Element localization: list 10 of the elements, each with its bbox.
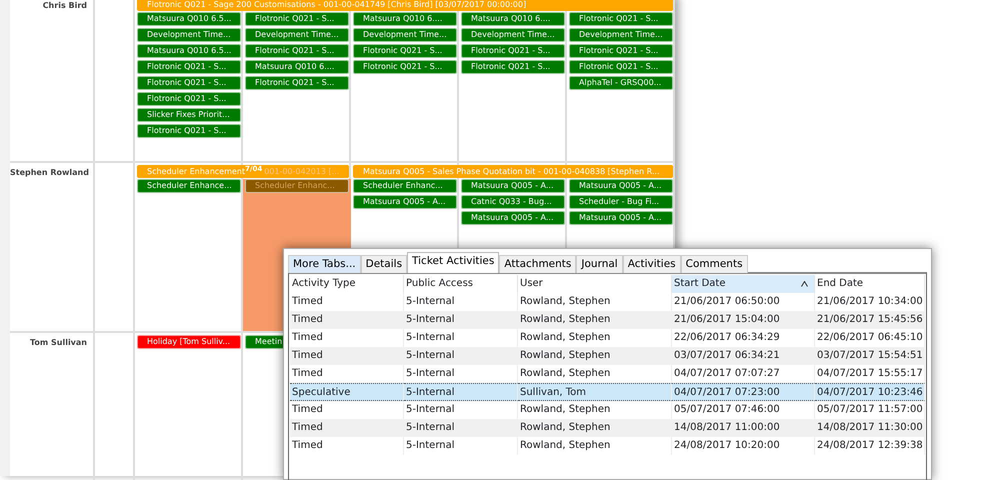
person-name: Tom Sullivan [10, 333, 95, 480]
column-header-label: Public Access [406, 277, 474, 291]
person-name: Stephen Rowland [10, 163, 95, 331]
column-header-label: User [520, 277, 543, 291]
person-name: Chris Bird [10, 0, 95, 161]
column-header-label: Activity Type [292, 277, 356, 291]
column-header-label: End Date [817, 277, 864, 291]
column-header-label: Start Date [674, 277, 726, 291]
event-title: Scheduler Enhancement [147, 166, 246, 178]
event-reference: 001-00-042013 [... [264, 166, 340, 178]
